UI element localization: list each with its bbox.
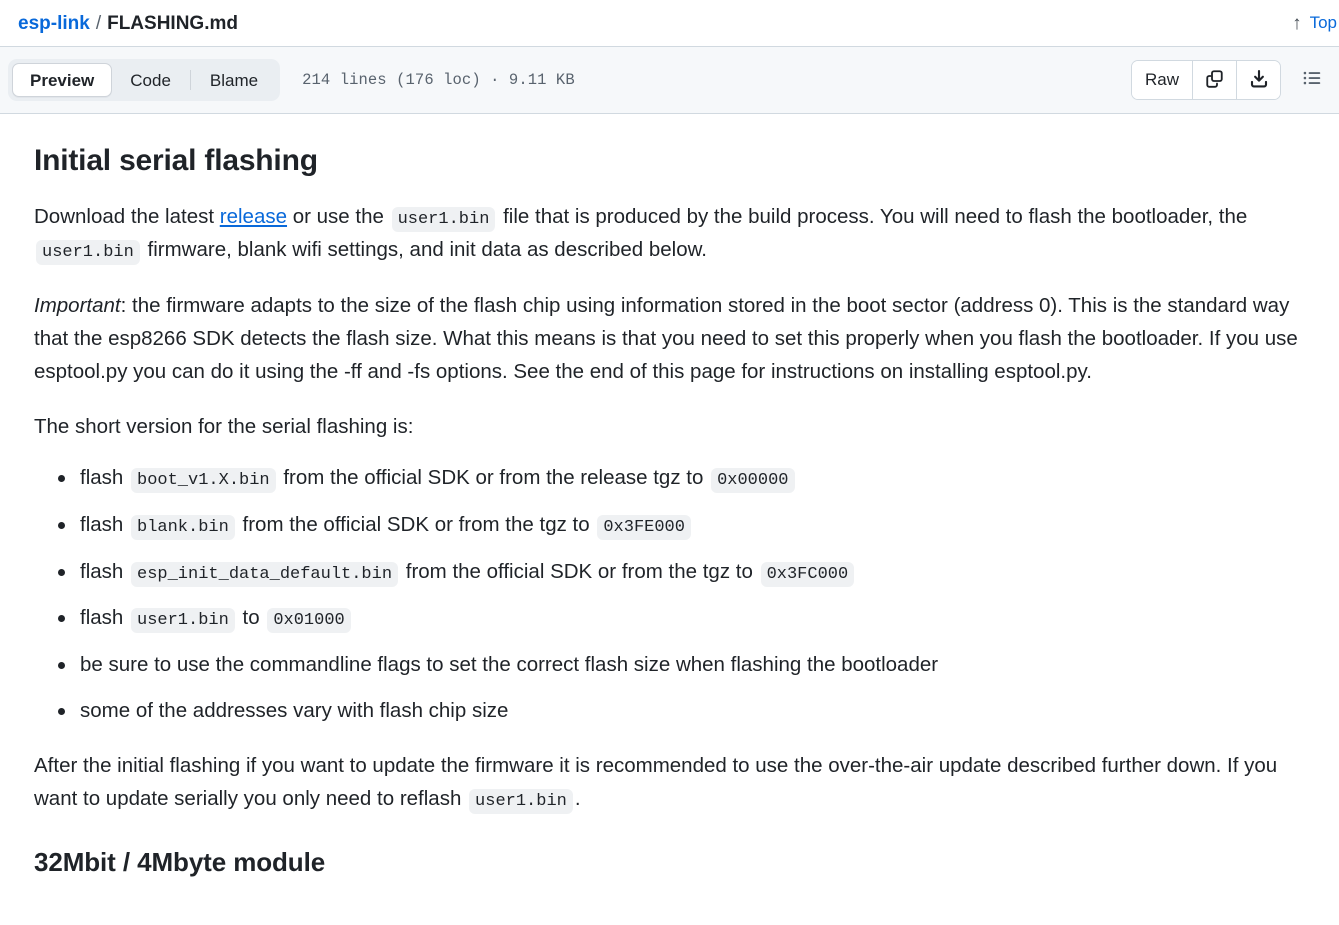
paragraph-important: Important: the firmware adapts to the si… [34, 289, 1305, 389]
copy-button[interactable] [1192, 61, 1236, 99]
list-item-text-pre: some of the addresses vary with flash ch… [80, 698, 509, 722]
list-item: flash boot_v1.X.bin from the official SD… [58, 461, 1305, 495]
list-item: some of the addresses vary with flash ch… [58, 694, 1305, 727]
paragraph-after-flashing-text-2: . [574, 787, 581, 811]
inline-code-address: 0x01000 [267, 608, 351, 634]
tab-preview[interactable]: Preview [12, 63, 113, 97]
download-icon [1249, 69, 1269, 92]
breadcrumb-separator: / [95, 12, 102, 34]
copy-icon [1205, 69, 1224, 91]
inline-code-user1-bin-1: user1.bin [391, 206, 496, 232]
toolbar-left-group: Preview Code Blame 214 lines (176 loc) ·… [8, 59, 575, 101]
list-item-text-mid: to [236, 606, 266, 630]
list-item: flash blank.bin from the official SDK or… [58, 508, 1305, 542]
inline-code-user1-bin-2: user1.bin [36, 240, 140, 266]
paragraph-after-flashing: After the initial flashing if you want t… [34, 749, 1305, 816]
arrow-up-icon: ↑ [1292, 12, 1302, 34]
tab-blame[interactable]: Blame [192, 63, 276, 97]
inline-code-address: 0x00000 [711, 468, 795, 494]
paragraph-after-flashing-text-1: After the initial flashing if you want t… [34, 754, 1278, 811]
inline-code-user1-bin: user1.bin [131, 608, 235, 634]
paragraph-download: Download the latest release or use the u… [34, 200, 1305, 267]
breadcrumb-file-name: FLASHING.md [107, 12, 238, 34]
breadcrumb: esp-link / FLASHING.md [18, 14, 238, 33]
paragraph-download-text-1: Download the latest [34, 204, 220, 228]
list-item: be sure to use the commandline flags to … [58, 648, 1305, 681]
list-item-text-pre: flash [80, 606, 129, 630]
inline-code-esp-init-bin: esp_init_data_default.bin [131, 561, 399, 587]
inline-code-address: 0x3FC000 [760, 561, 855, 587]
file-meta-text: 214 lines (176 loc) · 9.11 KB [302, 71, 575, 89]
paragraph-download-text-4: firmware, blank wifi settings, and init … [141, 238, 707, 262]
flashing-steps-list: flash boot_v1.X.bin from the official SD… [34, 461, 1305, 727]
list-unordered-icon [1302, 68, 1322, 93]
emphasis-important: Important [34, 293, 121, 317]
file-header: esp-link / FLASHING.md ↑ Top [0, 0, 1339, 47]
view-mode-segmented-control: Preview Code Blame [8, 59, 281, 101]
paragraph-download-text-2: or use the [287, 204, 390, 228]
tab-code[interactable]: Code [112, 63, 189, 97]
paragraph-short-version: The short version for the serial flashin… [34, 415, 414, 439]
list-item-text-mid: from the official SDK or from the tgz to [236, 513, 596, 536]
download-button[interactable] [1236, 61, 1280, 99]
release-link[interactable]: release [220, 205, 287, 228]
inline-code-address: 0x3FE000 [597, 515, 691, 540]
segmented-divider [189, 70, 191, 90]
table-of-contents-button[interactable] [1295, 63, 1329, 97]
raw-button[interactable]: Raw [1131, 61, 1192, 99]
paragraph-download-text-3: file that is produced by the build proce… [497, 204, 1248, 228]
inline-code-user1-bin-3: user1.bin [469, 789, 573, 815]
list-item-text-pre: flash [80, 513, 129, 536]
toolbar-right-group: Raw [1130, 60, 1333, 100]
back-to-top-link[interactable]: ↑ Top [1292, 13, 1337, 33]
heading-initial-serial-flashing: Initial serial flashing [34, 144, 318, 177]
breadcrumb-repo-link[interactable]: esp-link [18, 14, 90, 33]
markdown-content: Initial serial flashing Download the lat… [0, 114, 1339, 878]
list-item-text-pre: be sure to use the commandline flags to … [80, 652, 939, 676]
heading-32mbit-module: 32Mbit / 4Mbyte module [34, 846, 326, 877]
list-item: flash esp_init_data_default.bin from the… [58, 555, 1305, 589]
list-item-text-pre: flash [80, 559, 129, 583]
list-item-text-pre: flash [80, 466, 129, 490]
list-item-text-mid: from the official SDK or from the releas… [277, 466, 710, 490]
file-toolbar: Preview Code Blame 214 lines (176 loc) ·… [0, 47, 1339, 114]
inline-code-boot-bin: boot_v1.X.bin [131, 468, 276, 494]
back-to-top-label: Top [1309, 13, 1337, 32]
paragraph-important-text: : the firmware adapts to the size of the… [34, 293, 1298, 384]
list-item-text-mid: from the official SDK or from the tgz to [400, 559, 759, 583]
file-actions-button-group: Raw [1130, 60, 1281, 100]
inline-code-blank-bin: blank.bin [131, 515, 235, 540]
list-item: flash user1.bin to 0x01000 [58, 601, 1305, 635]
